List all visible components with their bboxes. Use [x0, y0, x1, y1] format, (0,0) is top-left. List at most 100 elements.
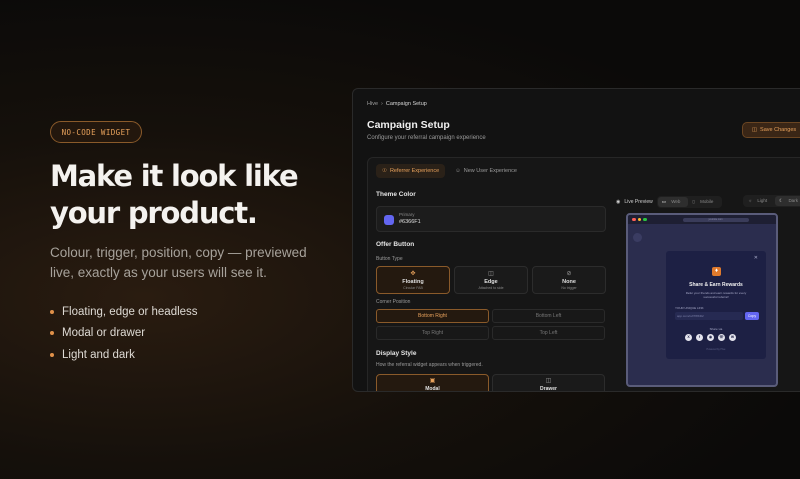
- theme-label: Dark: [788, 198, 798, 203]
- close-icon[interactable]: ✕: [754, 255, 758, 261]
- theme-light[interactable]: ☼ Light: [744, 196, 775, 206]
- feature-item: Floating, edge or headless: [50, 301, 198, 323]
- button-type-floating[interactable]: ✥ Floating Circular FAB: [376, 266, 450, 294]
- panel-icon: ◫: [488, 270, 494, 277]
- display-modal-option[interactable]: ▣ Modal: [376, 374, 489, 392]
- close-dot-icon: [632, 217, 636, 222]
- modal-title: Share & Earn Rewards: [689, 282, 743, 288]
- theme-label: Light: [757, 198, 768, 203]
- device-label: Mobile: [700, 199, 714, 204]
- display-style-desc: How the referral widget appears when tri…: [376, 362, 483, 368]
- type-desc: No trigger: [561, 285, 577, 290]
- save-icon: ◫: [751, 127, 758, 133]
- type-name: Edge: [484, 278, 498, 285]
- powered-by: Powered by Hive: [706, 348, 726, 351]
- color-hex-value: #6366F1: [399, 219, 421, 225]
- color-label: Primary: [399, 212, 415, 217]
- live-preview-bar: ◉ Live Preview ▭ Web ▯ Mobile: [616, 196, 723, 208]
- feature-list: Floating, edge or headless Modal or draw…: [50, 301, 198, 366]
- save-changes-button[interactable]: ◫ Save Changes: [742, 122, 800, 138]
- device-label: Web: [671, 199, 681, 204]
- button-type-none[interactable]: ⊘ None No trigger: [532, 266, 606, 294]
- whatsapp-icon[interactable]: ☏: [718, 334, 725, 341]
- url-bar: yoursite.com: [682, 217, 749, 222]
- maximize-dot-icon: [643, 217, 647, 222]
- no-code-badge: NO-CODE WIDGET: [50, 121, 142, 143]
- button-type-label: Button Type: [376, 256, 403, 262]
- theme-color-picker[interactable]: Primary #6366F1: [376, 206, 606, 232]
- corner-position-label: Corner Position: [376, 299, 411, 305]
- headline: Make it look like your product.: [50, 158, 340, 232]
- eye-icon: ◉: [616, 199, 621, 205]
- display-drawer-option[interactable]: ◫ Drawer: [492, 374, 605, 392]
- theme-color-heading: Theme Color: [376, 191, 416, 198]
- tab-referrer-experience[interactable]: ☉ Referrer Experience: [376, 164, 446, 178]
- live-preview-label: Live Preview: [624, 199, 653, 205]
- headline-line-1: Make it look like: [50, 159, 299, 193]
- type-desc: Circular FAB: [403, 285, 423, 290]
- position-top-left[interactable]: Top Left: [492, 326, 605, 340]
- position-bottom-right[interactable]: Bottom Right: [376, 309, 489, 323]
- subheadline-line-1: Colour, trigger, position, copy — previe…: [50, 245, 307, 260]
- drawer-icon: ◫: [545, 378, 552, 384]
- feature-text: Modal or drawer: [62, 327, 146, 340]
- type-name: None: [562, 278, 576, 285]
- settings-panel: ☉ Referrer Experience ☺ New User Experie…: [367, 157, 800, 392]
- breadcrumb: Hive › Campaign Setup: [367, 101, 427, 107]
- device-web[interactable]: ▭ Web: [657, 197, 689, 207]
- move-icon: ✥: [410, 270, 416, 277]
- bullet-icon: [50, 352, 54, 357]
- type-name: Floating: [402, 278, 424, 285]
- tab-label: Referrer Experience: [389, 168, 440, 174]
- tab-label: New User Experience: [463, 168, 517, 174]
- referral-link-field[interactable]: app.com/ref/7f8KD2: [675, 312, 743, 320]
- referral-modal: ✕ ♦ Share & Earn Rewards Refer your frie…: [666, 251, 766, 359]
- minimize-dot-icon: [637, 217, 641, 222]
- breadcrumb-separator: ›: [381, 101, 383, 107]
- tab-new-user-experience[interactable]: ☺ New User Experience: [449, 164, 523, 178]
- page-subtitle: Configure your referral campaign experie…: [367, 135, 486, 141]
- color-swatch[interactable]: [384, 215, 394, 225]
- facebook-icon[interactable]: f: [696, 334, 703, 341]
- subheadline-line-2: live, exactly as your users will see it.: [50, 265, 267, 280]
- device-toggle: ▭ Web ▯ Mobile: [656, 196, 723, 208]
- experience-tabs: ☉ Referrer Experience ☺ New User Experie…: [376, 164, 523, 178]
- bullet-icon: [50, 331, 54, 336]
- app-window: Hive › Campaign Setup Campaign Setup Con…: [352, 88, 800, 392]
- theme-dark[interactable]: ☾ Dark: [775, 196, 800, 206]
- feature-item: Modal or drawer: [50, 323, 198, 345]
- type-desc: Attached to side: [478, 285, 504, 290]
- breadcrumb-root[interactable]: Hive: [367, 101, 378, 107]
- button-type-edge[interactable]: ◫ Edge Attached to side: [454, 266, 528, 294]
- user-icon: ☺: [455, 168, 461, 174]
- email-icon[interactable]: ✉: [729, 334, 736, 341]
- position-top-right[interactable]: Top Right: [376, 326, 489, 340]
- referrer-icon: ☉: [382, 168, 387, 174]
- gift-icon: ♦: [712, 267, 721, 276]
- device-mobile[interactable]: ▯ Mobile: [688, 197, 721, 207]
- modal-icon: ▣: [429, 378, 436, 384]
- breadcrumb-current: Campaign Setup: [385, 101, 427, 107]
- feature-text: Floating, edge or headless: [62, 305, 198, 318]
- display-style-heading: Display Style: [376, 350, 417, 357]
- bullet-icon: [50, 309, 54, 314]
- page-title: Campaign Setup: [367, 119, 450, 131]
- subheadline: Colour, trigger, position, copy — previe…: [50, 243, 325, 283]
- browser-chrome: yoursite.com: [628, 215, 776, 224]
- copy-button[interactable]: Copy: [745, 312, 759, 320]
- instagram-icon[interactable]: ◉: [707, 334, 714, 341]
- link-label: YOUR UNIQUE LINK: [675, 306, 704, 310]
- position-bottom-left[interactable]: Bottom Left: [492, 309, 605, 323]
- option-name: Drawer: [540, 386, 557, 392]
- browser-preview: yoursite.com ✕ ♦ Share & Earn Rewards Re…: [626, 213, 778, 387]
- offer-button-heading: Offer Button: [376, 241, 415, 248]
- modal-description: Refer your friends and earn rewards for …: [685, 291, 747, 299]
- site-avatar: [633, 233, 642, 242]
- option-name: Modal: [425, 386, 440, 392]
- headline-line-2: your product.: [50, 196, 258, 230]
- x-icon[interactable]: X: [685, 334, 692, 341]
- social-share-row: X f ◉ ☏ ✉: [685, 334, 736, 341]
- share-label: Share via: [709, 327, 723, 331]
- theme-toggle: ☼ Light ☾ Dark: [743, 195, 800, 207]
- ban-icon: ⊘: [566, 270, 572, 277]
